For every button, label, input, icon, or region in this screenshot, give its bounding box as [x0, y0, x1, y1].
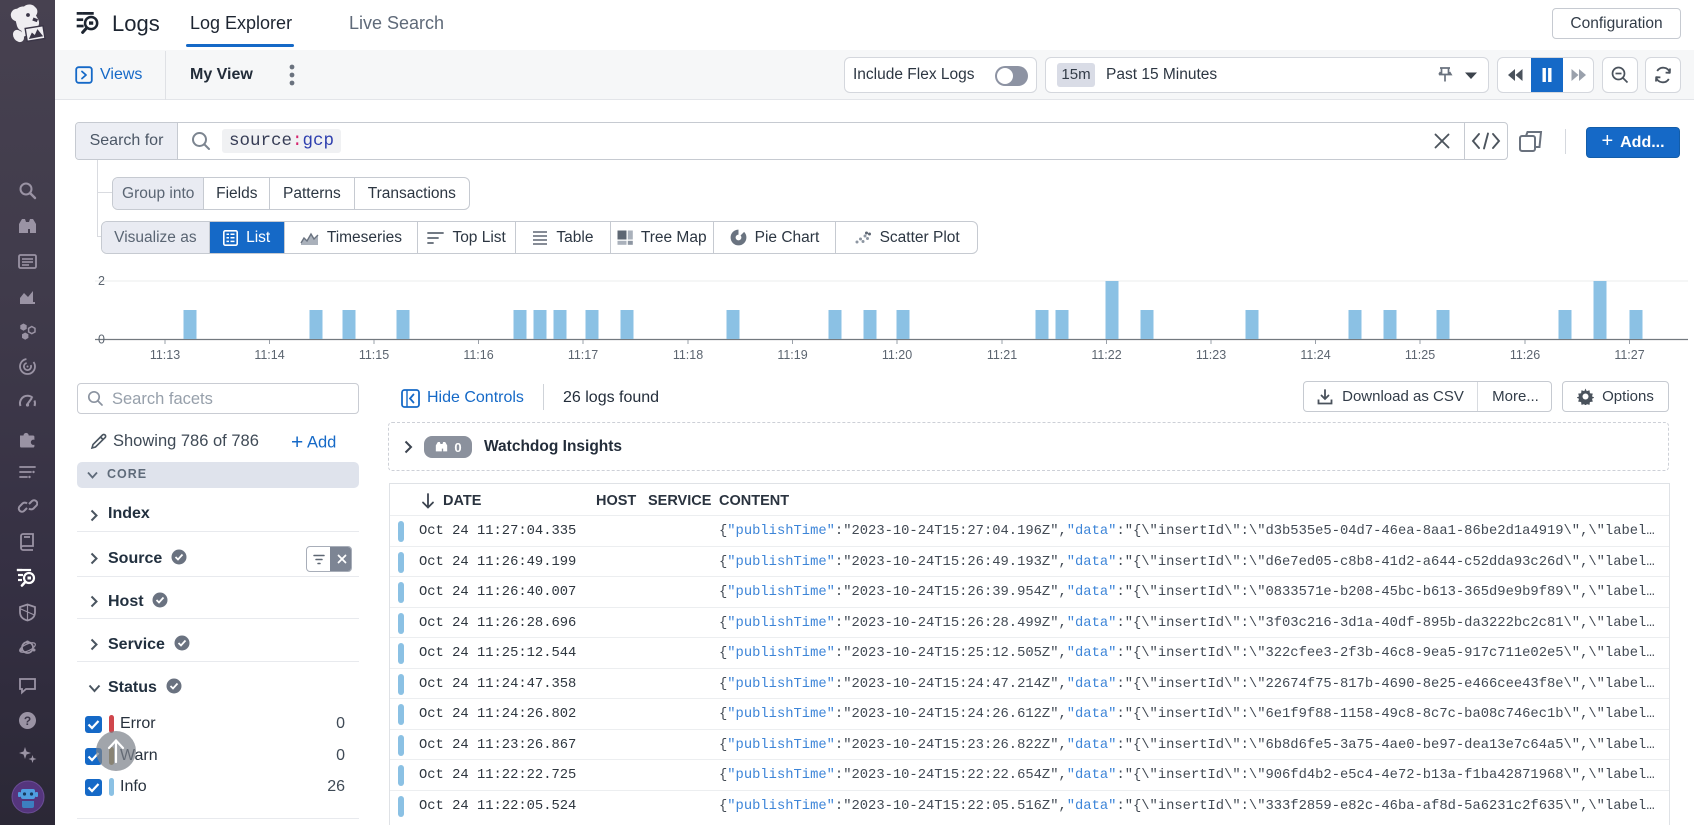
svg-text:11:17: 11:17: [568, 348, 598, 362]
svg-text:11:15: 11:15: [359, 348, 389, 362]
svg-text:11:25: 11:25: [1405, 348, 1435, 362]
svg-text:0: 0: [98, 333, 105, 347]
svg-text:?: ?: [24, 714, 31, 728]
svg-text:11:26: 11:26: [1510, 348, 1540, 362]
svg-text:11:18: 11:18: [673, 348, 703, 362]
svg-text:11:24: 11:24: [1300, 348, 1330, 362]
svg-text:11:19: 11:19: [777, 348, 807, 362]
svg-text:11:22: 11:22: [1091, 348, 1121, 362]
svg-text:11:21: 11:21: [987, 348, 1017, 362]
svg-text:11:20: 11:20: [882, 348, 912, 362]
svg-text:11:13: 11:13: [150, 348, 180, 362]
svg-text:11:16: 11:16: [463, 348, 493, 362]
svg-text:2: 2: [98, 274, 105, 288]
svg-text:11:23: 11:23: [1196, 348, 1226, 362]
svg-text:11:14: 11:14: [254, 348, 284, 362]
svg-text:11:27: 11:27: [1614, 348, 1644, 362]
